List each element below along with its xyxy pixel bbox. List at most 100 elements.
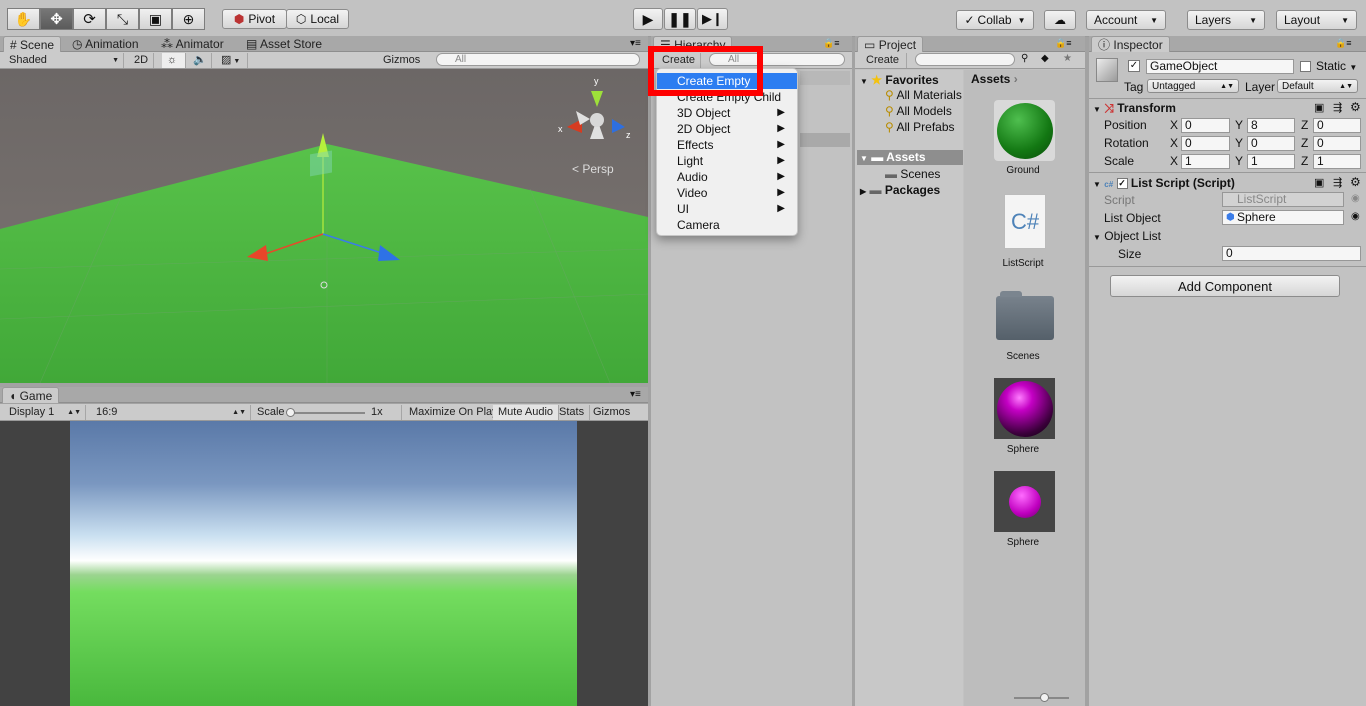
scale-z-field[interactable]: 1: [1313, 154, 1361, 169]
position-z-field[interactable]: 0: [1313, 118, 1361, 133]
star-icon[interactable]: ★: [1063, 53, 1072, 64]
rect-tool-button[interactable]: ▣: [139, 8, 172, 30]
display-dropdown[interactable]: Display 1 ▲▼: [4, 405, 86, 420]
component-help-icon[interactable]: ▣: [1314, 101, 1324, 114]
pause-button[interactable]: ❚❚: [664, 8, 696, 30]
component-help-icon[interactable]: ▣: [1314, 176, 1324, 189]
rotate-tool-button[interactable]: ⟳: [73, 8, 106, 30]
transform-tool-button[interactable]: ⊕: [172, 8, 205, 30]
position-x-field[interactable]: 0: [1181, 118, 1230, 133]
hierarchy-selected-row[interactable]: [800, 133, 850, 147]
tree-fav-item[interactable]: ⚲ All Materials: [885, 88, 962, 102]
lock-icon[interactable]: 🔒≡: [1335, 38, 1351, 49]
gizmos-dropdown[interactable]: Gizmos ▼: [378, 53, 428, 81]
rotation-z-field[interactable]: 0: [1313, 136, 1361, 151]
component-preset-icon[interactable]: ⇶: [1333, 176, 1342, 189]
object-list-header[interactable]: ▼ Object List: [1093, 229, 1161, 243]
gear-icon[interactable]: ⚙: [1350, 175, 1361, 189]
rotation-x-field[interactable]: 0: [1181, 136, 1230, 151]
script-component-header[interactable]: ▼ c# ✓ List Script (Script): [1093, 176, 1235, 190]
assets-breadcrumb[interactable]: Assets ›: [971, 72, 1018, 86]
scale-tool-button[interactable]: ⤡: [106, 8, 139, 30]
toggle-2d-button[interactable]: 2D: [129, 53, 154, 68]
filter-label-icon[interactable]: ◆: [1041, 53, 1049, 64]
hand-tool-button[interactable]: ✋: [7, 8, 40, 30]
panel-menu-icon[interactable]: ▾≡: [630, 389, 641, 400]
tab-asset-store[interactable]: ▤ Asset Store: [240, 36, 328, 52]
mute-audio-toggle[interactable]: Mute Audio: [493, 405, 560, 420]
menu-item-3d-object[interactable]: 3D Object ▶: [657, 105, 797, 121]
menu-item-light[interactable]: Light ▶: [657, 153, 797, 169]
account-dropdown[interactable]: Account ▼: [1086, 10, 1166, 30]
active-checkbox[interactable]: ✓: [1128, 60, 1140, 72]
asset-sphere-prefab[interactable]: [994, 471, 1055, 532]
filter-type-icon[interactable]: ⚲: [1021, 53, 1028, 64]
collab-dropdown[interactable]: ✓ Collab ▼: [956, 10, 1034, 30]
menu-item-camera[interactable]: Camera: [657, 217, 797, 233]
lighting-toggle[interactable]: ☼: [162, 53, 186, 68]
move-tool-button[interactable]: ✥: [40, 8, 73, 30]
asset-listscript[interactable]: C#: [1004, 194, 1046, 249]
project-create-dropdown[interactable]: Create ▼: [861, 53, 907, 81]
panel-menu-icon[interactable]: ▾≡: [630, 38, 641, 49]
menu-item-video[interactable]: Video ▶: [657, 185, 797, 201]
asset-ground[interactable]: [994, 100, 1055, 161]
step-button[interactable]: ▶❙: [697, 8, 728, 30]
scale-y-field[interactable]: 1: [1247, 154, 1295, 169]
tree-assets[interactable]: ▼ ▬ Assets: [857, 150, 963, 165]
scale-slider[interactable]: [290, 412, 365, 414]
cloud-button[interactable]: ☁: [1044, 10, 1076, 30]
tab-game[interactable]: ◖ Game: [2, 387, 60, 403]
aspect-dropdown[interactable]: 16:9 ▲▼: [91, 405, 251, 420]
play-button[interactable]: ▶: [633, 8, 663, 30]
stats-toggle[interactable]: Stats: [554, 405, 591, 420]
menu-item-effects[interactable]: Effects ▶: [657, 137, 797, 153]
object-picker-icon[interactable]: ◉: [1351, 211, 1360, 222]
layers-dropdown[interactable]: Layers ▼: [1187, 10, 1265, 30]
add-component-button[interactable]: Add Component: [1110, 275, 1340, 297]
scene-search-input[interactable]: All: [436, 53, 640, 66]
lock-icon[interactable]: 🔒≡: [1055, 38, 1071, 49]
project-search-input[interactable]: [915, 53, 1015, 66]
position-y-field[interactable]: 8: [1247, 118, 1295, 133]
icon-size-slider-thumb[interactable]: [1040, 693, 1049, 702]
tab-inspector[interactable]: ⓘ Inspector: [1091, 36, 1170, 52]
persp-label[interactable]: < Persp: [572, 162, 614, 176]
game-viewport[interactable]: [0, 421, 648, 706]
gear-icon[interactable]: ⚙: [1350, 100, 1361, 114]
menu-item-audio[interactable]: Audio ▶: [657, 169, 797, 185]
object-name-field[interactable]: GameObject: [1146, 59, 1294, 74]
static-checkbox[interactable]: [1300, 61, 1311, 72]
list-object-field[interactable]: Sphere: [1222, 210, 1344, 225]
pivot-toggle[interactable]: ⬢ Pivot: [222, 9, 287, 29]
audio-toggle[interactable]: 🔈: [188, 53, 212, 68]
layer-dropdown[interactable]: Default ▲▼: [1277, 79, 1358, 93]
tree-favorites[interactable]: ▼ ★ Favorites: [860, 73, 939, 87]
tab-animation[interactable]: ◷ Animation: [66, 36, 145, 52]
size-field[interactable]: 0: [1222, 246, 1361, 261]
scale-x-field[interactable]: 1: [1181, 154, 1230, 169]
lock-icon[interactable]: 🔒≡: [823, 38, 839, 49]
tree-fav-item[interactable]: ⚲ All Models: [885, 104, 952, 118]
tag-dropdown[interactable]: Untagged ▲▼: [1147, 79, 1239, 93]
tree-packages[interactable]: ▶ ▬ Packages: [860, 183, 940, 197]
menu-item-2d-object[interactable]: 2D Object ▶: [657, 121, 797, 137]
tree-scenes[interactable]: ▬ Scenes: [885, 167, 940, 181]
asset-scenes-folder[interactable]: [996, 291, 1054, 340]
tab-project[interactable]: ▭ Project: [857, 36, 924, 52]
component-preset-icon[interactable]: ⇶: [1333, 101, 1342, 114]
menu-item-ui[interactable]: UI ▶: [657, 201, 797, 217]
scale-slider-thumb[interactable]: [286, 408, 295, 417]
component-enabled-checkbox[interactable]: ✓: [1116, 178, 1128, 190]
game-gizmos-dropdown[interactable]: Gizmos ▼: [588, 405, 644, 433]
transform-header[interactable]: ▼ ⤨ Transform: [1093, 101, 1176, 116]
effects-dropdown[interactable]: ▨ ▼: [216, 53, 248, 68]
scene-viewport[interactable]: y x z < Persp: [0, 69, 648, 383]
asset-sphere-material[interactable]: [994, 378, 1055, 439]
tree-fav-item[interactable]: ⚲ All Prefabs: [885, 120, 955, 134]
maximize-on-play-toggle[interactable]: Maximize On Play: [404, 405, 504, 420]
local-toggle[interactable]: ⬡ Local: [286, 9, 349, 29]
layout-dropdown[interactable]: Layout ▼: [1276, 10, 1357, 30]
tab-scene[interactable]: # Scene: [3, 36, 62, 52]
tab-animator[interactable]: ⁂ Animator: [155, 36, 230, 52]
